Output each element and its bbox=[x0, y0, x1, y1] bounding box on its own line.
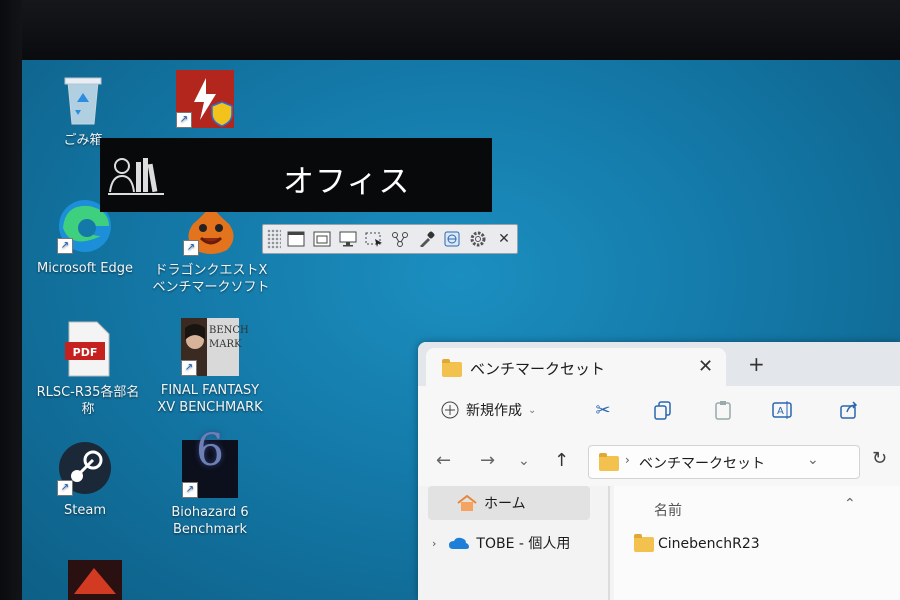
chevron-down-icon: ⌄ bbox=[528, 404, 537, 416]
settings-icon[interactable] bbox=[465, 227, 491, 251]
shortcut-arrow-icon: ↗ bbox=[176, 112, 192, 128]
pdf-text: PDF bbox=[72, 346, 98, 359]
desktop-icon-ffxv[interactable]: BENCH MARK ↗ FINAL FANTASY XV BENCHMARK bbox=[152, 318, 268, 416]
tab-bar: ベンチマークセット ✕ + bbox=[418, 342, 900, 386]
address-bar[interactable]: › ベンチマークセット ⌄ bbox=[588, 445, 860, 479]
folder-icon bbox=[599, 453, 619, 471]
tab-benchmark-set[interactable]: ベンチマークセット ✕ bbox=[426, 348, 726, 386]
desktop-icon-pdf[interactable]: PDF RLSC-R35各部名 称 bbox=[28, 320, 148, 418]
shortcut-arrow-icon: ↗ bbox=[181, 360, 197, 376]
toolbar-close-icon[interactable]: ✕ bbox=[491, 227, 517, 251]
chevron-right-icon[interactable]: › bbox=[432, 537, 436, 550]
tab-title: ベンチマークセット bbox=[470, 360, 606, 378]
new-button[interactable]: 新規作成 ⌄ bbox=[440, 400, 536, 420]
copy-icon[interactable] bbox=[652, 400, 674, 422]
file-row[interactable]: CinebenchR23 bbox=[634, 533, 760, 552]
monitor-bezel-top bbox=[0, 0, 900, 60]
ffxv-label: FINAL FANTASY XV BENCHMARK bbox=[157, 383, 263, 415]
window-icon[interactable] bbox=[283, 227, 309, 251]
sidebar-item-label: ホーム bbox=[484, 496, 526, 512]
forward-arrow-icon[interactable]: → bbox=[480, 450, 495, 471]
sidebar-item-home[interactable]: ホーム bbox=[428, 486, 590, 520]
dragon-quest-label: ドラゴンクエストX ベンチマークソフト bbox=[152, 263, 270, 295]
up-arrow-icon[interactable]: ↑ bbox=[554, 450, 569, 471]
shortcut-arrow-icon: ↗ bbox=[57, 480, 73, 496]
partial-app-icon[interactable] bbox=[68, 560, 122, 600]
command-bar: 新規作成 ⌄ ✂ A bbox=[418, 386, 900, 437]
home-icon bbox=[457, 494, 477, 511]
floating-toolbar[interactable]: ✕ bbox=[262, 224, 518, 254]
share-icon[interactable] bbox=[838, 400, 860, 422]
share-icon[interactable] bbox=[387, 227, 413, 251]
biohazard-benchmark-icon: 6 ↗ bbox=[182, 425, 238, 498]
cloud-icon bbox=[449, 537, 470, 549]
desktop: ごみ箱 ↗ ↗ Microsoft Edge ↗ ドラゴンクエストX ベンチマー… bbox=[22, 60, 900, 600]
pdf-file-icon: PDF bbox=[63, 320, 113, 378]
monitor-bezel-left bbox=[0, 0, 22, 600]
back-arrow-icon[interactable]: ← bbox=[436, 450, 451, 471]
shortcut-arrow-icon: ↗ bbox=[182, 482, 198, 498]
navigation-bar: ← → ⌄ ↑ › ベンチマークセット ⌄ ↻ bbox=[418, 436, 900, 486]
ffxv-art-text: BENCH MARK bbox=[209, 325, 249, 350]
sort-chevron-up-icon[interactable]: ⌃ bbox=[844, 496, 856, 512]
web-icon[interactable] bbox=[439, 227, 465, 251]
new-button-label: 新規作成 bbox=[466, 403, 522, 419]
shortcut-arrow-icon: ↗ bbox=[183, 240, 199, 256]
launcher-title: オフィス bbox=[283, 164, 411, 200]
monitor-icon[interactable] bbox=[335, 227, 361, 251]
sidebar-item-onedrive[interactable]: › TOBE - 個人用 bbox=[428, 526, 590, 560]
file-name: CinebenchR23 bbox=[658, 536, 760, 552]
desktop-icon-app-shield[interactable]: ↗ bbox=[162, 70, 248, 134]
folder-icon bbox=[634, 533, 654, 552]
navigation-pane: ホーム › TOBE - 個人用 bbox=[418, 486, 608, 600]
svg-text:A: A bbox=[777, 406, 784, 417]
chevron-right-icon: › bbox=[625, 453, 630, 467]
new-tab-icon[interactable]: + bbox=[748, 352, 765, 376]
address-path: ベンチマークセット bbox=[639, 456, 765, 472]
file-list: 名前 ⌃ CinebenchR23 bbox=[614, 486, 900, 600]
desktop-icon-biohazard[interactable]: 6 ↗ Biohazard 6 Benchmark bbox=[162, 425, 258, 538]
biohazard-label: Biohazard 6 Benchmark bbox=[171, 505, 249, 537]
chevron-down-icon[interactable]: ⌄ bbox=[807, 452, 819, 468]
edge-label: Microsoft Edge bbox=[36, 261, 133, 276]
pane-divider[interactable] bbox=[608, 486, 610, 600]
region-select-icon[interactable] bbox=[361, 227, 387, 251]
steam-label: Steam bbox=[64, 503, 106, 518]
recent-chevron-icon[interactable]: ⌄ bbox=[518, 453, 530, 469]
column-header-name[interactable]: 名前 bbox=[654, 500, 682, 520]
tab-close-icon[interactable]: ✕ bbox=[698, 356, 713, 377]
rename-icon[interactable]: A bbox=[772, 400, 794, 422]
drag-handle[interactable] bbox=[267, 229, 281, 249]
file-explorer-window: ベンチマークセット ✕ + 新規作成 ⌄ ✂ A ← → ⌄ ↑ › ベンチマー… bbox=[418, 342, 900, 600]
maximize-icon[interactable] bbox=[309, 227, 335, 251]
shortcut-arrow-icon: ↗ bbox=[57, 238, 73, 254]
sidebar-item-label: TOBE - 個人用 bbox=[476, 536, 571, 552]
desktop-icon-dragon-quest[interactable]: ↗ ドラゴンクエストX ベンチマークソフト bbox=[146, 200, 276, 296]
plus-circle-icon bbox=[441, 401, 459, 419]
eyedropper-icon[interactable] bbox=[413, 227, 439, 251]
paste-icon[interactable] bbox=[712, 400, 734, 422]
biohazard-art-text: 6 bbox=[196, 425, 224, 476]
refresh-icon[interactable]: ↻ bbox=[872, 448, 887, 469]
steam-icon: ↗ bbox=[57, 440, 113, 496]
folder-icon bbox=[442, 359, 462, 377]
bolt-shield-icon: ↗ bbox=[176, 70, 234, 128]
pdf-label: RLSC-R35各部名 称 bbox=[36, 385, 140, 417]
cut-icon[interactable]: ✂ bbox=[592, 400, 614, 422]
ffxv-benchmark-icon: BENCH MARK ↗ bbox=[181, 318, 249, 376]
desktop-icon-steam[interactable]: ↗ Steam bbox=[44, 440, 126, 519]
launcher-popup[interactable]: オフィス bbox=[100, 138, 492, 212]
library-icon bbox=[108, 152, 164, 196]
recycle-bin-icon bbox=[60, 72, 106, 126]
